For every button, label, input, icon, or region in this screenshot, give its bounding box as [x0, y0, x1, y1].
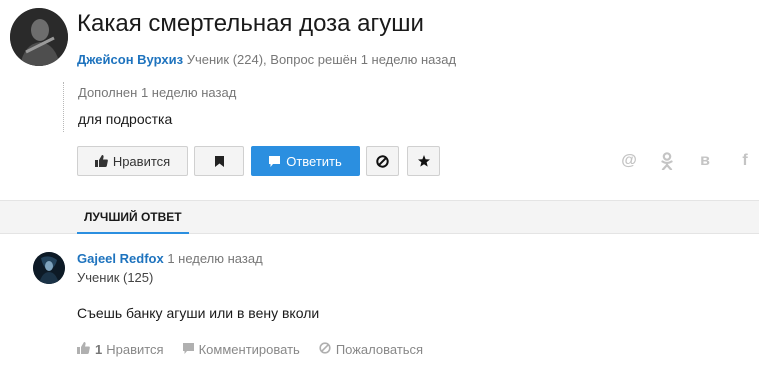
star-icon [417, 155, 430, 167]
share-mail-icon[interactable]: @ [619, 151, 639, 171]
bookmark-button[interactable] [194, 146, 244, 176]
report-button[interactable]: Пожаловаться [319, 342, 423, 357]
comment-icon [182, 342, 199, 357]
answer-author-link[interactable]: Gajeel Redfox [77, 251, 164, 266]
block-button[interactable] [366, 146, 399, 176]
answer-time: 1 неделю назад [167, 251, 263, 266]
tab-best-answer[interactable]: ЛУЧШИЙ ОТВЕТ [77, 201, 189, 234]
best-answer-bar: ЛУЧШИЙ ОТВЕТ [0, 200, 759, 234]
answer-text: Съешь банку агуши или в вену вколи [77, 305, 320, 321]
report-label: Пожаловаться [335, 342, 424, 357]
question-author-link[interactable]: Джейсон Вурхиз [77, 52, 183, 67]
answer-like-label: Нравится [106, 342, 164, 357]
share-odnoklassniki-icon[interactable] [657, 151, 677, 171]
block-icon [376, 154, 389, 168]
answer-like-count: 1 [95, 342, 103, 357]
answer-author-rank: Ученик (125) [77, 270, 154, 285]
bookmark-icon [214, 155, 224, 167]
question-author-avatar[interactable] [10, 8, 68, 66]
comment-label: Комментировать [198, 342, 300, 357]
question-title: Какая смертельная доза агуши [77, 10, 424, 37]
share-facebook-icon[interactable]: f [735, 151, 755, 171]
answer-button-label: Ответить [286, 153, 342, 169]
favorite-button[interactable] [407, 146, 440, 176]
answer-author-avatar[interactable] [33, 252, 65, 284]
thumb-up-icon [94, 155, 108, 167]
comment-button[interactable]: Комментировать [182, 342, 300, 357]
reply-icon [269, 155, 281, 167]
share-vk-icon[interactable]: в [695, 151, 715, 171]
thumb-up-icon [77, 342, 95, 357]
question-meta: Джейсон Вурхиз Ученик (224), Вопрос решё… [77, 52, 456, 67]
question-addition: Дополнен 1 неделю назад для подростка [63, 82, 236, 132]
block-icon [319, 342, 336, 357]
addition-text: для подростка [78, 111, 173, 127]
like-button-label: Нравится [112, 153, 171, 169]
answer-header: Gajeel Redfox 1 неделю назад [77, 251, 263, 266]
answer-actions: 1 Нравится Комментировать Пожаловаться [77, 342, 442, 357]
answer-like-button[interactable]: 1 Нравится [77, 342, 164, 357]
like-button[interactable]: Нравится [77, 146, 188, 176]
answer-button[interactable]: Ответить [251, 146, 360, 176]
question-author-info: Ученик (224), Вопрос решён 1 неделю наза… [186, 52, 457, 67]
addition-meta: Дополнен 1 неделю назад [78, 85, 237, 100]
